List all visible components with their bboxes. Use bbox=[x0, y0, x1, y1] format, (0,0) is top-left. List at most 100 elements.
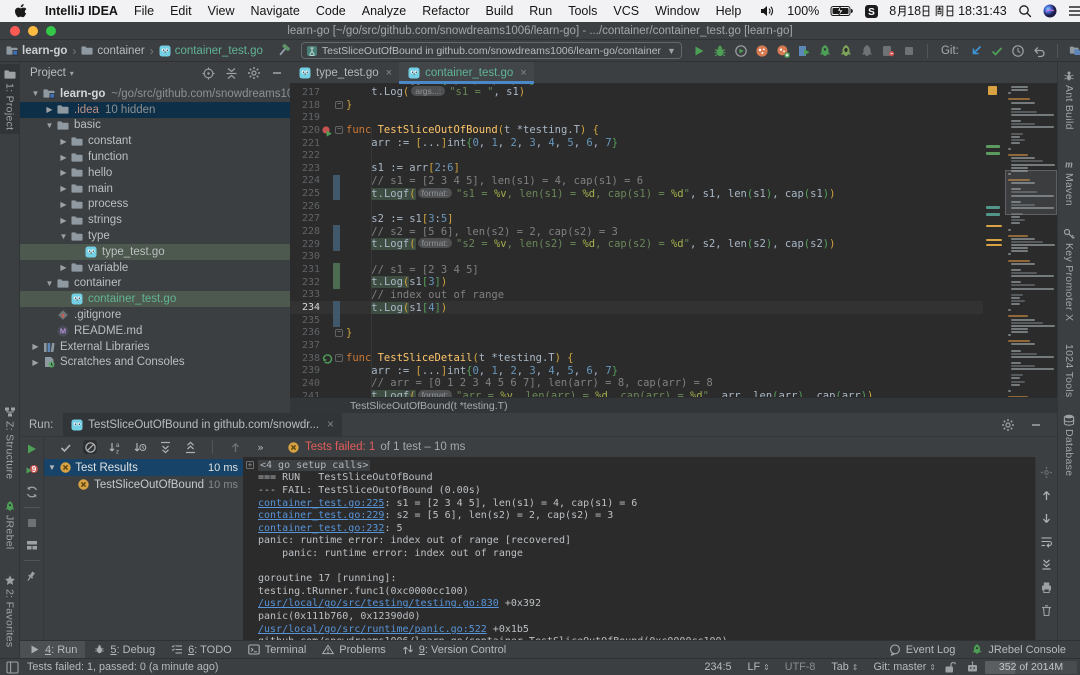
fold-marker-icon[interactable]: − bbox=[335, 126, 343, 134]
jrebel-off-button[interactable] bbox=[860, 44, 874, 58]
indent-widget[interactable]: Tab⇕ bbox=[823, 661, 865, 673]
highlighting-level-icon[interactable] bbox=[965, 660, 979, 674]
coverage-button[interactable] bbox=[734, 44, 748, 58]
more-button[interactable]: » bbox=[253, 440, 267, 454]
menu-code[interactable]: Code bbox=[308, 0, 354, 22]
tool-window-button-problems[interactable]: Problems bbox=[314, 641, 393, 658]
build-hammer-icon[interactable] bbox=[277, 43, 293, 59]
error-stripe[interactable] bbox=[983, 84, 1005, 397]
locate-button[interactable] bbox=[201, 66, 215, 80]
console-file-link[interactable]: container_test.go:232 bbox=[258, 523, 384, 534]
menu-window[interactable]: Window bbox=[647, 0, 707, 22]
zoom-window-button[interactable] bbox=[46, 26, 56, 36]
code-line-239[interactable]: 239 arr := [...]int{0, 1, 2, 3, 4, 5, 6,… bbox=[290, 365, 983, 378]
menu-navigate[interactable]: Navigate bbox=[243, 0, 308, 22]
close-icon[interactable]: × bbox=[327, 419, 334, 431]
project-tree-item--gitignore[interactable]: .gitignore bbox=[20, 307, 290, 323]
soft-wrap-button[interactable] bbox=[1040, 534, 1054, 548]
console-file-link[interactable]: /usr/local/go/src/runtime/panic.go:522 bbox=[258, 624, 487, 635]
stripe-mark[interactable] bbox=[988, 86, 997, 95]
close-tab-icon[interactable]: × bbox=[520, 67, 526, 79]
scroll-end-button[interactable] bbox=[1040, 557, 1054, 571]
profiler-alloc-button[interactable] bbox=[776, 44, 790, 58]
commit-button[interactable] bbox=[990, 44, 1004, 58]
project-tree-item-README-md[interactable]: MREADME.md bbox=[20, 323, 290, 339]
up-stack-button[interactable] bbox=[1040, 488, 1054, 502]
console-folded-text[interactable]: <4 go setup calls> bbox=[258, 460, 370, 471]
previous-failed-test-button[interactable] bbox=[228, 440, 242, 454]
code-line-228[interactable]: 228 // s2 = [5 6], len(s2) = 2, cap(s2) … bbox=[290, 225, 983, 238]
tree-collapse-arrow-icon[interactable]: ▶ bbox=[58, 184, 69, 193]
jrebel-debug-button[interactable] bbox=[839, 44, 853, 58]
unlock-icon[interactable] bbox=[943, 660, 957, 674]
rerun-button[interactable] bbox=[25, 441, 39, 455]
stripe-button-jrebel[interactable]: JRebel bbox=[0, 500, 19, 549]
project-tree-item-strings[interactable]: ▶strings bbox=[20, 212, 290, 228]
stripe-button-maven[interactable]: mMaven bbox=[1058, 158, 1080, 206]
rerun-failed-button[interactable]: 9 bbox=[25, 463, 39, 477]
stripe-mark[interactable] bbox=[986, 244, 1002, 246]
memory-indicator[interactable]: 352 of 2014M bbox=[985, 661, 1077, 674]
stripe-mark[interactable] bbox=[986, 206, 1000, 209]
hide-button[interactable] bbox=[270, 66, 284, 80]
code-line-224[interactable]: 224 // s1 = [2 3 4 5], len(s1) = 4, cap(… bbox=[290, 175, 983, 188]
test-tree-item-TestSliceOutOfBound[interactable]: TestSliceOutOfBound10 ms bbox=[44, 476, 243, 493]
tree-collapse-arrow-icon[interactable]: ▶ bbox=[58, 200, 69, 209]
tree-collapse-arrow-icon[interactable]: ▶ bbox=[58, 137, 69, 146]
tool-window-button-6-todo[interactable]: 6: TODO bbox=[163, 641, 240, 658]
run-configuration-selector[interactable]: TestSliceOutOfBound in github.com/snowdr… bbox=[301, 42, 682, 59]
menu-help[interactable]: Help bbox=[708, 0, 750, 22]
code-line-223[interactable]: 223 s1 := arr[2:6] bbox=[290, 162, 983, 175]
collapse-all-button[interactable] bbox=[224, 66, 238, 80]
stripe-button-structure[interactable]: Z: Structure bbox=[0, 406, 19, 479]
menu-run[interactable]: Run bbox=[521, 0, 560, 22]
tree-expanded-arrow-icon[interactable]: ▼ bbox=[44, 279, 55, 288]
project-tree-item-Scratches-and-Consoles[interactable]: ▶Scratches and Consoles bbox=[20, 355, 290, 371]
code-line-233[interactable]: 233 // index out of range bbox=[290, 289, 983, 302]
tree-collapse-arrow-icon[interactable]: ▶ bbox=[58, 153, 69, 162]
editor-tab-type_test-go[interactable]: type_test.go× bbox=[290, 62, 399, 83]
rollback-button[interactable] bbox=[1032, 44, 1046, 58]
code-line-218[interactable]: 218−} bbox=[290, 99, 983, 112]
git-branch-widget[interactable]: Git: master⇕ bbox=[866, 661, 944, 673]
expand-all-button[interactable] bbox=[158, 440, 172, 454]
project-tree-item-variable[interactable]: ▶variable bbox=[20, 260, 290, 276]
project-tree-item-basic[interactable]: ▼basic bbox=[20, 118, 290, 134]
fold-marker-icon[interactable]: − bbox=[335, 354, 343, 362]
line-separator-widget[interactable]: LF⇕ bbox=[739, 661, 776, 673]
stop-off-button[interactable] bbox=[25, 516, 39, 530]
down-stack-button[interactable] bbox=[1040, 511, 1054, 525]
tool-window-button-jrebel-console[interactable]: JRebel Console bbox=[963, 641, 1074, 658]
stripe-mark[interactable] bbox=[986, 239, 1002, 241]
project-tree-item-main[interactable]: ▶main bbox=[20, 181, 290, 197]
code-line-235[interactable]: 235 bbox=[290, 314, 983, 327]
caret-position[interactable]: 234:5 bbox=[696, 661, 739, 673]
code-line-240[interactable]: 240 // arr = [0 1 2 3 4 5 6 7], len(arr)… bbox=[290, 377, 983, 390]
menu-refactor[interactable]: Refactor bbox=[414, 0, 477, 22]
code-line-229[interactable]: 229 t.Logf(format:"s2 = %v, len(s2) = %d… bbox=[290, 238, 983, 251]
editor-tab-container_test-go[interactable]: container_test.go× bbox=[399, 62, 534, 83]
tool-window-button-4-run[interactable]: 4: Run bbox=[20, 641, 85, 658]
settings-button[interactable] bbox=[247, 66, 261, 80]
clear-all-button[interactable] bbox=[1040, 603, 1054, 617]
jrebel-run-button[interactable] bbox=[818, 44, 832, 58]
code-line-236[interactable]: 236−} bbox=[290, 327, 983, 340]
tree-collapse-arrow-icon[interactable]: ▶ bbox=[30, 342, 41, 351]
code-line-230[interactable]: 230 bbox=[290, 251, 983, 264]
tree-expanded-arrow-icon[interactable]: ▼ bbox=[46, 463, 58, 472]
code-line-219[interactable]: 219 bbox=[290, 111, 983, 124]
minimap[interactable] bbox=[1005, 84, 1057, 397]
project-tree-item-container[interactable]: ▼container bbox=[20, 276, 290, 292]
project-tree-item-function[interactable]: ▶function bbox=[20, 149, 290, 165]
tree-expanded-arrow-icon[interactable]: ▼ bbox=[44, 121, 55, 130]
stripe-button-favorites[interactable]: 2: Favorites bbox=[0, 574, 19, 647]
tool-window-button-9-version-control[interactable]: 9: Version Control bbox=[394, 641, 514, 658]
editor[interactable]: 216 s1 := []int{1, 2, 3, 4, 5}217 t.Log(… bbox=[290, 84, 1057, 397]
notification-center-icon[interactable] bbox=[1068, 5, 1080, 17]
project-tree-item-container_test-go[interactable]: container_test.go bbox=[20, 291, 290, 307]
code-line-232[interactable]: 232 t.Log(s1[3]) bbox=[290, 276, 983, 289]
pin-button[interactable] bbox=[25, 569, 39, 583]
exit-process-button[interactable] bbox=[881, 44, 895, 58]
tool-window-toggle-icon[interactable] bbox=[5, 660, 19, 674]
tool-window-button-terminal[interactable]: Terminal bbox=[240, 641, 315, 658]
